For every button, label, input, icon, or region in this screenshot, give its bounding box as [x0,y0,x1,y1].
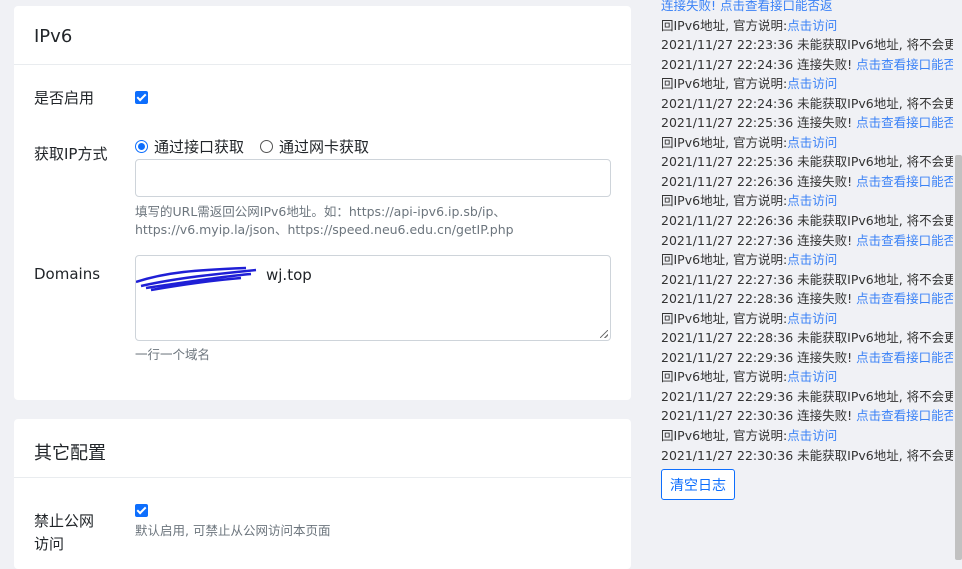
log-line: 2021/11/27 22:30:36 未能获取IPv6地址, 将不会更新 [661,446,953,466]
forbid-public-hint: 默认启用, 可禁止从公网访问本页面 [135,523,331,538]
log-text: 2021/11/27 22:26:36 未能获取IPv6地址, 将不会更新 [661,213,953,229]
log-line: 2021/11/27 22:24:36 连接失败! 点击查看接口能否返 [661,55,953,75]
log-line: 回IPv6地址, 官方说明:点击访问 [661,74,953,94]
ip-method-label: 获取IP方式 [34,145,108,163]
log-link[interactable]: 点击查看接口能否返 [856,408,953,423]
enable-checkbox[interactable] [135,91,148,104]
domains-hint: 一行一个域名 [135,347,211,362]
log-link[interactable]: 点击访问 [787,76,837,91]
log-line: 回IPv6地址, 官方说明:点击访问 [661,191,953,211]
log-link[interactable]: 点击查看接口能否返 [856,115,953,130]
log-text: 2021/11/27 22:24:36 连接失败! [661,56,857,72]
log-link[interactable]: 点击访问 [787,369,837,384]
ipv6-card: IPv6 是否启用 获取IP方式 通过接口获取 通过网卡获取 填写的URL需返回… [14,6,631,400]
log-link[interactable]: 点击访问 [787,18,837,33]
log-text: 2021/11/27 22:25:36 连接失败! [661,115,857,131]
enable-label: 是否启用 [34,89,95,107]
log-line: 回IPv6地址, 官方说明:点击访问 [661,426,953,446]
log-line: 2021/11/27 22:28:36 未能获取IPv6地址, 将不会更新 [661,328,953,348]
log-text: 2021/11/27 22:30:36 连接失败! [661,408,857,424]
log-text: 2021/11/27 22:29:36 未能获取IPv6地址, 将不会更新 [661,388,953,404]
forbid-public-label-line2: 访问 [34,535,65,553]
log-link[interactable]: 点击访问 [787,252,837,267]
ip-method-radio-group: 通过接口获取 通过网卡获取 [135,136,385,157]
log-link[interactable]: 点击查看接口能否返 [856,174,953,189]
log-line: 2021/11/27 22:30:36 连接失败! 点击查看接口能否返 [661,406,953,426]
log-text: 回IPv6地址, 官方说明: [661,252,788,268]
url-hint-line2: https://v6.myip.la/json、https://speed.ne… [135,222,514,237]
clear-log-button[interactable]: 清空日志 [661,469,735,500]
log-line: 2021/11/27 22:25:36 未能获取IPv6地址, 将不会更新 [661,152,953,172]
radio-interface-label[interactable]: 通过接口获取 [154,136,244,157]
log-line: 2021/11/27 22:29:36 未能获取IPv6地址, 将不会更新 [661,387,953,407]
log-link[interactable]: 点击查看接口能否返 [856,291,953,306]
log-line: 2021/11/27 22:24:36 未能获取IPv6地址, 将不会更新 [661,94,953,114]
log-text: 2021/11/27 22:27:36 连接失败! [661,232,857,248]
log-link[interactable]: 连接失败! 点击查看接口能否返 [661,0,833,13]
radio-netcard-label[interactable]: 通过网卡获取 [279,136,369,157]
log-text: 回IPv6地址, 官方说明: [661,310,788,326]
forbid-public-checkbox[interactable] [135,504,148,517]
other-config-title: 其它配置 [14,419,631,478]
log-text: 回IPv6地址, 官方说明: [661,17,788,33]
log-link[interactable]: 点击访问 [787,428,837,443]
log-line: 回IPv6地址, 官方说明:点击访问 [661,309,953,329]
domains-textarea[interactable]: wj.top [135,255,611,341]
radio-interface[interactable] [135,140,148,153]
log-line: 2021/11/27 22:23:36 未能获取IPv6地址, 将不会更新 [661,35,953,55]
domains-label: Domains [34,265,101,283]
log-line: 连接失败! 点击查看接口能否返 [661,0,953,16]
forbid-public-label-line1: 禁止公网 [34,512,95,530]
log-text: 2021/11/27 22:28:36 未能获取IPv6地址, 将不会更新 [661,330,953,346]
log-line: 回IPv6地址, 官方说明:点击访问 [661,367,953,387]
log-line: 2021/11/27 22:26:36 未能获取IPv6地址, 将不会更新 [661,211,953,231]
log-link[interactable]: 点击访问 [787,135,837,150]
radio-netcard[interactable] [260,140,274,153]
log-line: 2021/11/27 22:27:36 未能获取IPv6地址, 将不会更新 [661,270,953,290]
log-link[interactable]: 点击访问 [787,193,837,208]
page-scrollbar[interactable] [955,155,962,560]
log-line: 回IPv6地址, 官方说明:点击访问 [661,133,953,153]
resize-grip-icon[interactable] [600,330,608,338]
log-link[interactable]: 点击访问 [787,311,837,326]
log-line: 2021/11/27 22:28:36 连接失败! 点击查看接口能否返 [661,289,953,309]
log-line: 2021/11/27 22:29:36 连接失败! 点击查看接口能否返 [661,348,953,368]
log-text: 2021/11/27 22:29:36 连接失败! [661,349,857,365]
log-link[interactable]: 点击查看接口能否返 [856,350,953,365]
log-text: 2021/11/27 22:25:36 未能获取IPv6地址, 将不会更新 [661,154,953,170]
other-config-card: 其它配置 禁止公网 访问 默认启用, 可禁止从公网访问本页面 [14,419,631,569]
log-text: 回IPv6地址, 官方说明: [661,134,788,150]
url-hint-line1: 填写的URL需返回公网IPv6地址。如：https://api-ipv6.ip.… [135,204,506,219]
log-line: 回IPv6地址, 官方说明:点击访问 [661,250,953,270]
log-text: 2021/11/27 22:28:36 连接失败! [661,291,857,307]
log-text: 回IPv6地址, 官方说明: [661,428,788,444]
log-panel: 连接失败! 点击查看接口能否返 回IPv6地址, 官方说明:点击访问 2021/11… [661,0,953,465]
log-text: 2021/11/27 22:24:36 未能获取IPv6地址, 将不会更新 [661,95,953,111]
redaction-scribble [136,266,257,292]
log-link[interactable]: 点击查看接口能否返 [856,233,953,248]
log-line: 2021/11/27 22:26:36 连接失败! 点击查看接口能否返 [661,172,953,192]
log-link[interactable]: 点击查看接口能否返 [856,57,953,72]
domains-value-visible: wj.top [266,266,312,284]
log-text: 回IPv6地址, 官方说明: [661,193,788,209]
log-line: 2021/11/27 22:27:36 连接失败! 点击查看接口能否返 [661,231,953,251]
log-text: 2021/11/27 22:30:36 未能获取IPv6地址, 将不会更新 [661,447,953,463]
log-text: 回IPv6地址, 官方说明: [661,76,788,92]
url-input[interactable] [135,159,611,197]
log-text: 2021/11/27 22:26:36 连接失败! [661,173,857,189]
log-line: 回IPv6地址, 官方说明:点击访问 [661,16,953,36]
log-text: 回IPv6地址, 官方说明: [661,369,788,385]
log-text: 2021/11/27 22:27:36 未能获取IPv6地址, 将不会更新 [661,271,953,287]
ipv6-card-title: IPv6 [14,6,631,65]
log-line: 2021/11/27 22:25:36 连接失败! 点击查看接口能否返 [661,113,953,133]
log-text: 2021/11/27 22:23:36 未能获取IPv6地址, 将不会更新 [661,37,953,53]
